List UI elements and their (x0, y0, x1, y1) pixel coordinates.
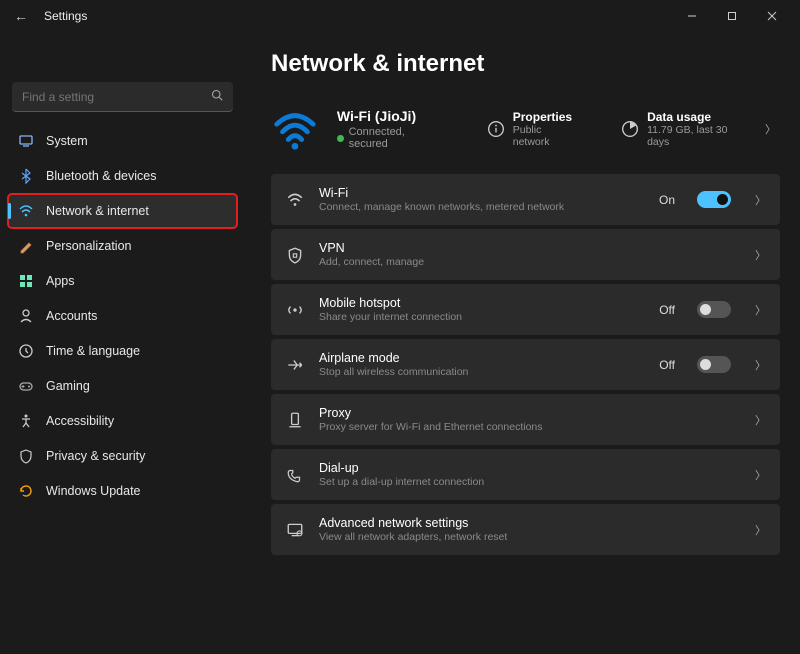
sidebar-item-accessibility[interactable]: Accessibility (8, 404, 237, 438)
chevron-right-icon: 〉 (755, 192, 766, 208)
sidebar-item-label: Bluetooth & devices (46, 169, 157, 183)
sidebar-item-label: Privacy & security (46, 449, 145, 463)
dialup-icon (285, 466, 305, 484)
dialup-card[interactable]: Dial-upSet up a dial-up internet connect… (271, 449, 780, 500)
sidebar-item-accounts[interactable]: Accounts (8, 299, 237, 333)
window-title: Settings (44, 9, 87, 23)
network-status: Wi-Fi (JioJi) Connected, secured Propert… (271, 96, 780, 174)
apps-icon (18, 273, 34, 289)
sidebar-item-time[interactable]: Time & language (8, 334, 237, 368)
sidebar-item-label: Time & language (46, 344, 140, 358)
sidebar-item-label: System (46, 134, 88, 148)
airplane-card[interactable]: Airplane modeStop all wireless communica… (271, 339, 780, 390)
chevron-right-icon: 〉 (755, 467, 766, 483)
proxy-icon (285, 411, 305, 429)
sidebar-item-label: Apps (46, 274, 75, 288)
network-icon (18, 203, 34, 219)
sidebar-item-label: Accessibility (46, 414, 114, 428)
personalization-icon (18, 238, 34, 254)
hotspot-state-label: Off (659, 303, 675, 317)
chevron-right-icon: 〉 (755, 412, 766, 428)
data-usage-icon (621, 120, 639, 138)
search-icon (211, 89, 223, 104)
privacy-icon (18, 448, 34, 464)
chevron-right-icon: 〉 (755, 302, 766, 318)
gaming-icon (18, 378, 34, 394)
proxy-card[interactable]: ProxyProxy server for Wi-Fi and Ethernet… (271, 394, 780, 445)
airplane-state-label: Off (659, 358, 675, 372)
bluetooth-icon (18, 168, 34, 184)
sidebar-item-system[interactable]: System (8, 124, 237, 158)
airplane-toggle[interactable] (697, 356, 731, 373)
time-icon (18, 343, 34, 359)
search-box[interactable] (12, 82, 233, 112)
sidebar-item-network[interactable]: Network & internet (8, 194, 237, 228)
search-input[interactable] (22, 90, 211, 104)
system-icon (18, 133, 34, 149)
sidebar-item-bluetooth[interactable]: Bluetooth & devices (8, 159, 237, 193)
airplane-icon (285, 356, 305, 374)
sidebar-item-gaming[interactable]: Gaming (8, 369, 237, 403)
sidebar-item-label: Personalization (46, 239, 131, 253)
sidebar-item-personalization[interactable]: Personalization (8, 229, 237, 263)
chevron-right-icon: 〉 (755, 357, 766, 373)
accessibility-icon (18, 413, 34, 429)
wifi-state-label: On (659, 193, 675, 207)
connection-status: Connected, secured (337, 126, 443, 150)
vpn-card[interactable]: VPNAdd, connect, manage 〉 (271, 229, 780, 280)
close-button[interactable] (752, 0, 792, 32)
chevron-right-icon: 〉 (755, 522, 766, 538)
sidebar-item-label: Gaming (46, 379, 90, 393)
sidebar-item-update[interactable]: Windows Update (8, 474, 237, 508)
sidebar-item-label: Network & internet (46, 204, 149, 218)
wifi-status-icon (271, 104, 319, 154)
hotspot-icon (285, 301, 305, 319)
vpn-icon (285, 246, 305, 264)
sidebar: System Bluetooth & devices Network & int… (0, 32, 245, 654)
accounts-icon (18, 308, 34, 324)
page-title: Network & internet (271, 50, 780, 78)
sidebar-item-label: Windows Update (46, 484, 141, 498)
properties-link[interactable]: Properties Public network (487, 110, 577, 148)
update-icon (18, 483, 34, 499)
advanced-icon (285, 521, 305, 539)
wifi-toggle[interactable] (697, 191, 731, 208)
minimize-button[interactable] (672, 0, 712, 32)
connection-name: Wi-Fi (JioJi) (337, 108, 443, 124)
chevron-right-icon: 〉 (755, 247, 766, 263)
hotspot-toggle[interactable] (697, 301, 731, 318)
info-icon (487, 120, 505, 138)
main-content: Network & internet Wi-Fi (JioJi) Connect… (245, 32, 800, 654)
status-more-button[interactable]: 〉 (765, 121, 780, 137)
wifi-card[interactable]: Wi-FiConnect, manage known networks, met… (271, 174, 780, 225)
sidebar-item-privacy[interactable]: Privacy & security (8, 439, 237, 473)
wifi-icon (285, 191, 305, 209)
data-usage-link[interactable]: Data usage 11.79 GB, last 30 days (621, 110, 747, 148)
connected-dot-icon (337, 135, 344, 142)
sidebar-item-apps[interactable]: Apps (8, 264, 237, 298)
sidebar-item-label: Accounts (46, 309, 97, 323)
hotspot-card[interactable]: Mobile hotspotShare your internet connec… (271, 284, 780, 335)
advanced-card[interactable]: Advanced network settingsView all networ… (271, 504, 780, 555)
back-button[interactable]: ← (12, 8, 30, 24)
maximize-button[interactable] (712, 0, 752, 32)
